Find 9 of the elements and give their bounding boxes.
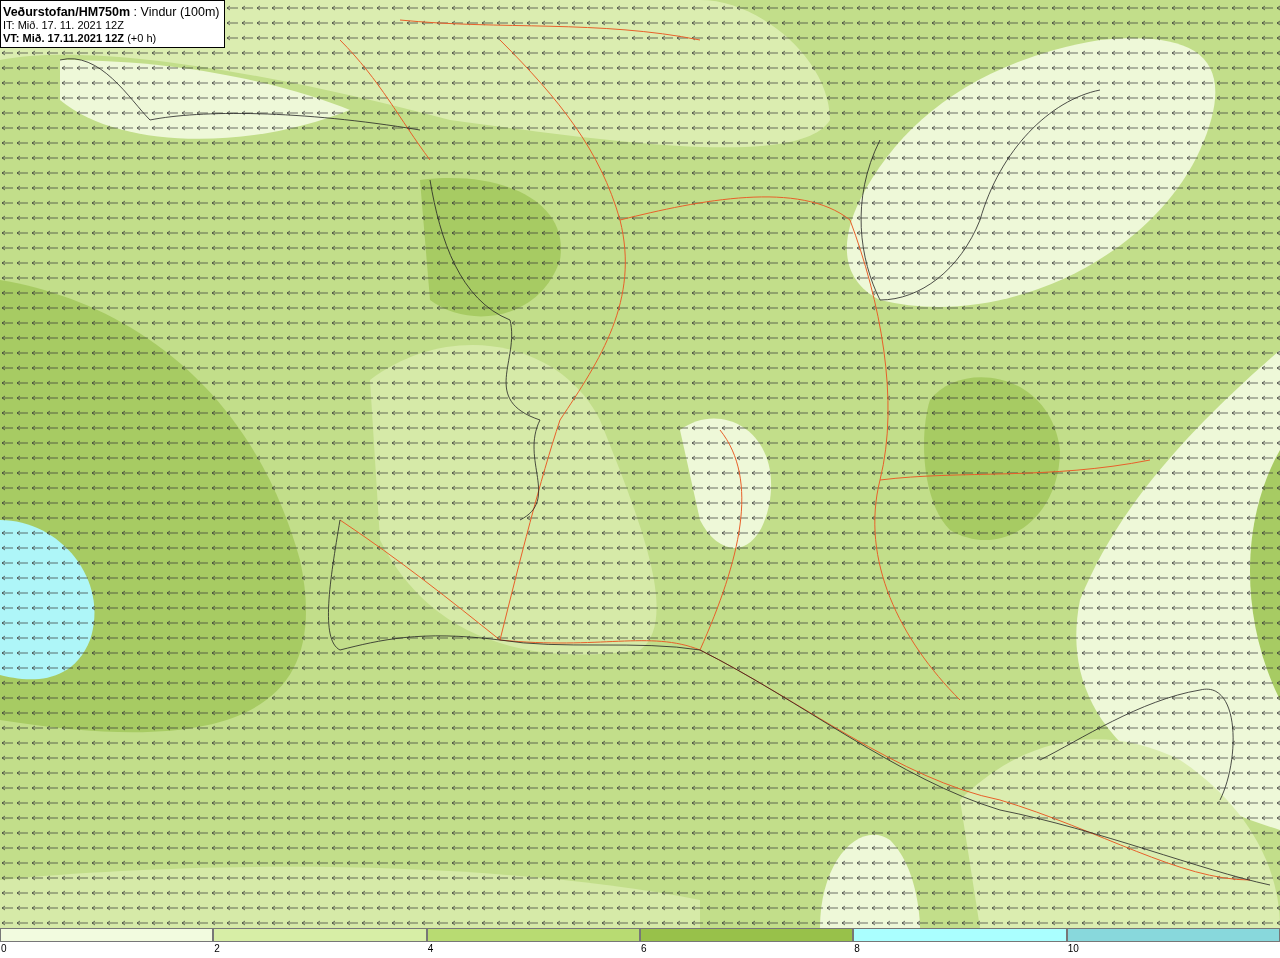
header-text: Veðurstofan/HM750m : Vindur (100m) [3,5,220,19]
legend-label: 2 [213,942,220,956]
legend-label: 0 [0,942,7,956]
header-text: IT: Mið. 17. 11. 2021 12Z [3,19,125,32]
legend-label: 10 [1066,942,1079,956]
header-text: VT: Mið. 17.11.2021 12Z (+0 h) [3,32,158,45]
legend-label: 4 [426,942,434,956]
legend-label: 6 [640,942,647,956]
legend-label: 8 [853,942,860,956]
